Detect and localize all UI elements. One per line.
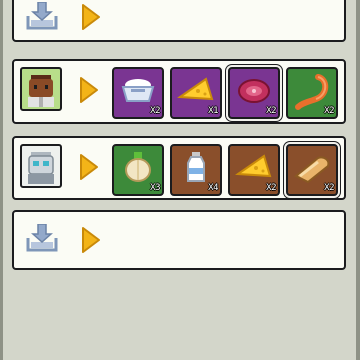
ingredient-slot[interactable]: X1 — [170, 67, 222, 119]
item-quantity: X2 — [324, 183, 334, 193]
item-quantity: X2 — [266, 106, 276, 116]
character-portrait[interactable] — [20, 144, 62, 188]
item-quantity: X2 — [266, 183, 276, 193]
ingredient-slot-selected[interactable]: X2 — [228, 67, 280, 119]
download-tray-icon — [24, 223, 60, 258]
recipe-row-empty[interactable] — [12, 0, 346, 42]
download-tray-icon — [24, 1, 60, 36]
play-arrow-icon — [78, 152, 100, 182]
ingredient-slot[interactable]: X2 — [112, 67, 164, 119]
play-arrow-icon — [78, 75, 100, 105]
ingredient-slot[interactable]: X2 — [286, 67, 338, 119]
item-quantity: X2 — [324, 106, 334, 116]
item-quantity: X4 — [208, 183, 218, 193]
play-arrow-icon — [80, 225, 102, 255]
brown-haired-chef-icon — [28, 75, 54, 107]
recipe-row[interactable]: X3 X4 X2 X2 — [12, 136, 346, 200]
item-quantity: X1 — [208, 106, 218, 116]
recipe-row-empty[interactable] — [12, 210, 346, 270]
item-quantity: X2 — [150, 106, 160, 116]
ingredient-slot[interactable]: X3 — [112, 144, 164, 196]
play-arrow-icon — [80, 2, 102, 32]
ingredient-slot[interactable]: X4 — [170, 144, 222, 196]
panel-border-left — [0, 0, 3, 360]
ingredient-slot-selected[interactable]: X2 — [286, 144, 338, 196]
character-portrait[interactable] — [20, 67, 62, 111]
recipe-row[interactable]: X2 X1 X2 X2 — [12, 59, 346, 124]
ingredient-slot[interactable]: X2 — [228, 144, 280, 196]
panel-border-right — [356, 0, 360, 360]
robot-chef-icon — [28, 152, 54, 184]
item-quantity: X3 — [150, 183, 160, 193]
